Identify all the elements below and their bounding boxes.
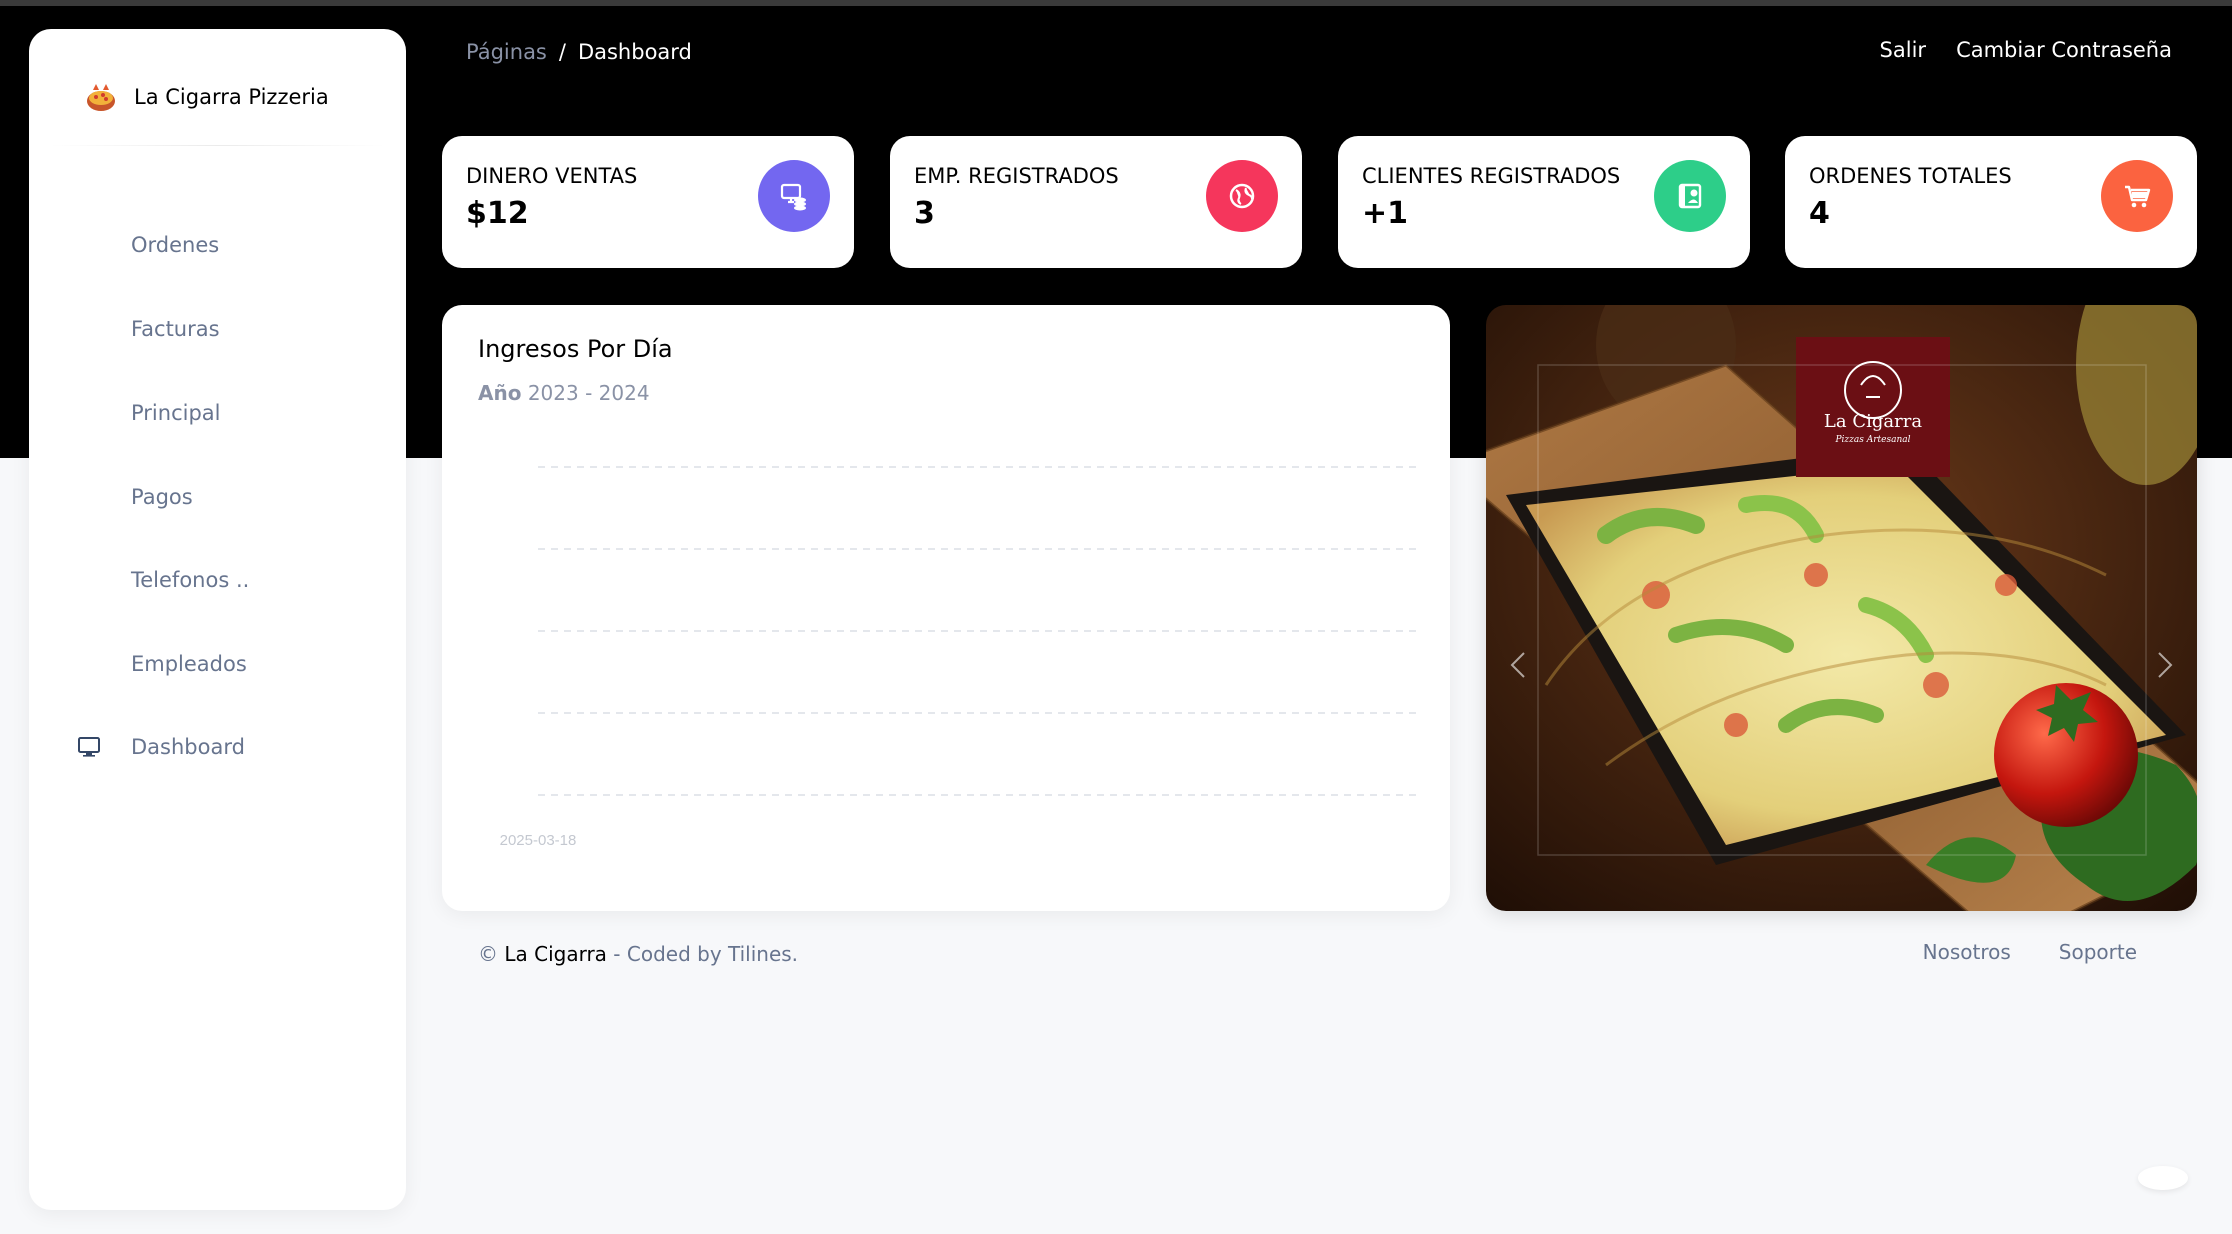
cart-icon xyxy=(2101,160,2173,232)
breadcrumb: Páginas / Dashboard xyxy=(466,40,692,64)
money-icon xyxy=(758,160,830,232)
stat-title: DINERO VENTAS xyxy=(466,164,638,188)
stat-card-clients: CLIENTES REGISTRADOS +1 xyxy=(1338,136,1750,268)
brand[interactable]: La Cigarra Pizzeria xyxy=(84,75,329,119)
revenue-chart-card: Ingresos Por Día Año 2023 - 2024 2025-03… xyxy=(442,305,1450,911)
footer-link-about[interactable]: Nosotros xyxy=(1923,940,2011,964)
sidebar-item-empleados[interactable]: Empleados xyxy=(29,634,406,694)
sidebar-item-telefonos[interactable]: Telefonos .. xyxy=(29,550,406,610)
stat-title: CLIENTES REGISTRADOS xyxy=(1362,164,1621,188)
stat-title: EMP. REGISTRADOS xyxy=(914,164,1119,188)
revenue-chart: 2025-03-18 xyxy=(500,466,1418,849)
breadcrumb-parent[interactable]: Páginas xyxy=(466,40,547,64)
sidebar-item-facturas[interactable]: Facturas xyxy=(29,299,406,359)
sidebar-item-label: Empleados xyxy=(131,652,247,676)
sidebar-item-dashboard[interactable]: Dashboard xyxy=(29,717,406,777)
brand-name: La Cigarra Pizzeria xyxy=(134,85,329,109)
stat-value: 3 xyxy=(914,196,935,231)
carousel-prev-icon[interactable] xyxy=(1504,645,1534,685)
header-links: Salir Cambiar Contraseña xyxy=(1880,38,2172,62)
logout-link[interactable]: Salir xyxy=(1880,38,1927,62)
footer-link-support[interactable]: Soporte xyxy=(2059,940,2137,964)
footer-links: Nosotros Soporte xyxy=(1923,940,2137,964)
sidebar-item-label: Telefonos .. xyxy=(131,568,250,592)
sidebar: La Cigarra Pizzeria Ordenes Facturas Pri… xyxy=(29,29,406,1210)
carousel-logo-subtext: Pizzas Artesanal xyxy=(1835,435,1911,445)
stat-title: ORDENES TOTALES xyxy=(1809,164,2012,188)
change-password-link[interactable]: Cambiar Contraseña xyxy=(1956,38,2172,62)
sidebar-item-ordenes[interactable]: Ordenes xyxy=(29,215,406,275)
stat-value: 4 xyxy=(1809,196,1830,231)
floating-action-button[interactable] xyxy=(2138,1166,2188,1190)
globe-icon xyxy=(1206,160,1278,232)
sidebar-item-label: Facturas xyxy=(131,317,220,341)
sidebar-item-label: Principal xyxy=(131,401,221,425)
chart-x-tick-label: 2025-03-18 xyxy=(500,832,577,849)
sidebar-item-principal[interactable]: Principal xyxy=(29,383,406,443)
sidebar-divider xyxy=(49,145,386,146)
pizza-photo xyxy=(1486,305,2197,911)
carousel-next-icon[interactable] xyxy=(2149,645,2179,685)
stat-card-employees: EMP. REGISTRADOS 3 xyxy=(890,136,1302,268)
stat-value: +1 xyxy=(1362,196,1409,231)
carousel-logo-text: La Cigarra xyxy=(1823,411,1923,432)
sidebar-item-label: Ordenes xyxy=(131,233,220,257)
stat-value: $12 xyxy=(466,196,529,231)
breadcrumb-current: Dashboard xyxy=(577,40,692,64)
user-card-icon xyxy=(1654,160,1726,232)
sidebar-item-label: Pagos xyxy=(131,485,193,509)
monitor-icon xyxy=(78,737,100,757)
footer-copyright-prefix: © xyxy=(478,942,505,966)
footer-copyright: © La Cigarra - Coded by Tilines. xyxy=(478,942,798,966)
breadcrumb-separator: / xyxy=(558,40,566,64)
pizza-logo-icon xyxy=(87,84,115,111)
footer-coded-by: - Coded by Tilines. xyxy=(606,942,799,966)
sidebar-item-label: Dashboard xyxy=(131,735,245,759)
sidebar-item-pagos[interactable]: Pagos xyxy=(29,467,406,527)
footer-brand-link[interactable]: La Cigarra xyxy=(504,942,607,966)
pizza-image-carousel[interactable]: La Cigarra Pizzas Artesanal xyxy=(1486,305,2197,911)
stat-card-orders: ORDENES TOTALES 4 xyxy=(1785,136,2197,268)
stat-card-sales: DINERO VENTAS $12 xyxy=(442,136,854,268)
